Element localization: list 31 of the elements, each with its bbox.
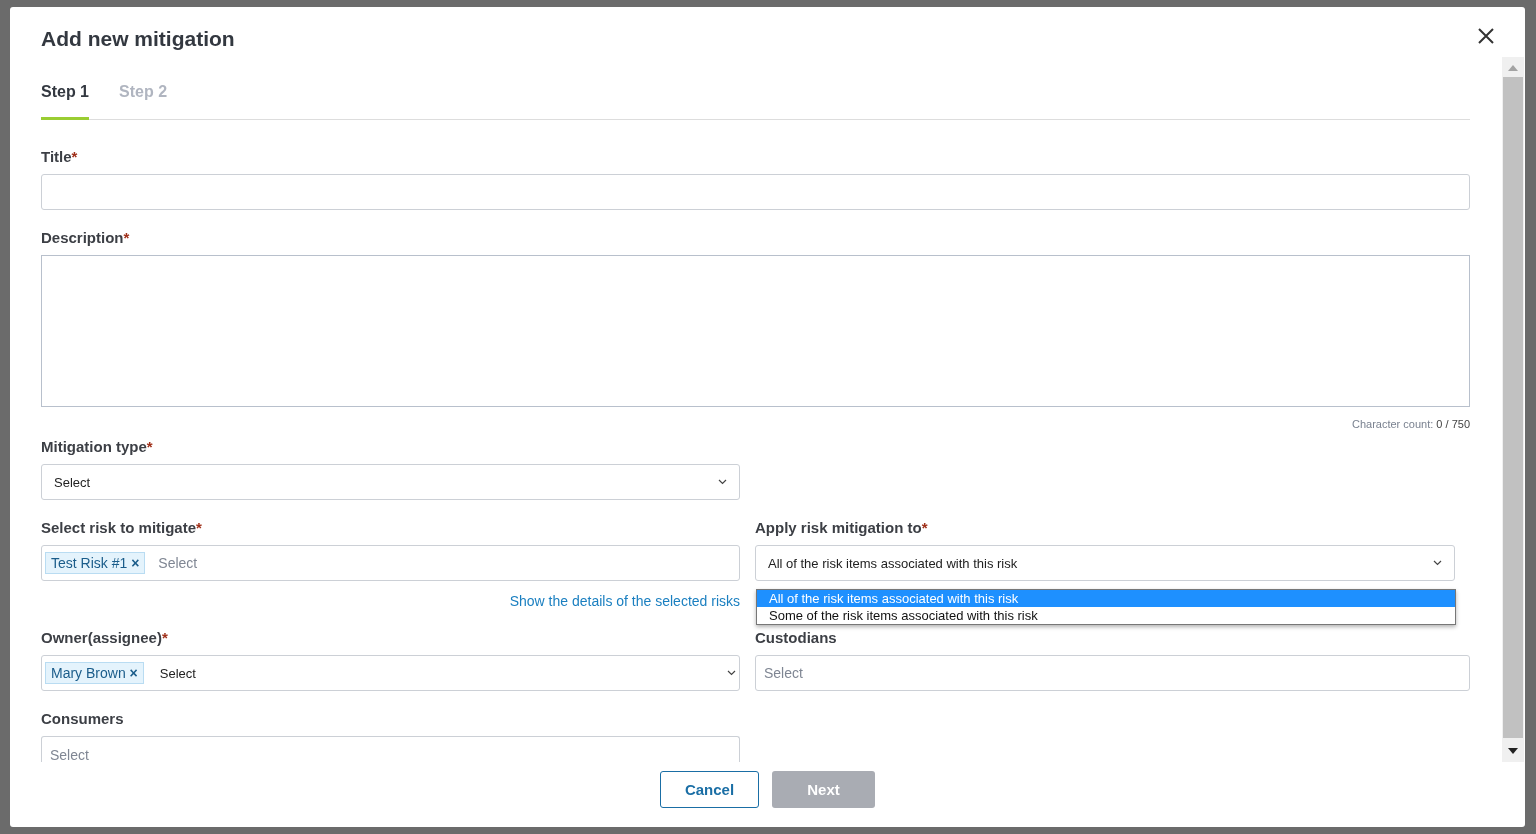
character-count: Character count: 0 / 750	[1352, 418, 1470, 430]
custodians-select[interactable]: Select	[755, 655, 1470, 691]
field-label: Title*	[41, 147, 78, 165]
field-label: Mitigation type*	[41, 437, 153, 455]
chevron-icon	[727, 670, 736, 676]
scrollbar[interactable]	[1502, 57, 1524, 762]
scroll-up-icon[interactable]	[1508, 65, 1518, 71]
field-label: Apply risk mitigation to*	[755, 518, 928, 536]
field-label: Owner(assignee)*	[41, 628, 168, 646]
risk-select[interactable]: Test Risk #1 × Select	[41, 545, 740, 581]
description-input[interactable]	[41, 255, 1470, 407]
field-label: Custodians	[755, 628, 837, 646]
apply-to-select[interactable]: All of the risk items associated with this risk	[755, 545, 1455, 581]
field-label: Select risk to mitigate*	[41, 518, 202, 536]
step-tab[interactable]: Step 1	[41, 83, 89, 120]
owner-tag: Mary Brown ×	[45, 662, 144, 684]
field-label: Description*	[41, 228, 130, 246]
dialog-title: Add new mitigation	[41, 27, 235, 51]
scroll-down-icon[interactable]	[1508, 748, 1518, 754]
dropdown-option[interactable]: All of the risk items associated with this risk	[757, 590, 1455, 607]
field-label: Consumers	[41, 709, 124, 727]
show-details-link[interactable]: Show the details of the selected risks	[509, 593, 740, 609]
dropdown-option[interactable]: Some of the risk items associated with this risk	[757, 607, 1455, 624]
mitigation-type-select[interactable]: Select	[41, 464, 740, 500]
cancel-button[interactable]: Cancel	[660, 771, 759, 808]
chevron-icon	[1433, 560, 1442, 566]
owner-select[interactable]: Mary Brown × Select	[41, 655, 740, 691]
risk-tag: Test Risk #1 ×	[45, 552, 146, 574]
title-input[interactable]	[41, 174, 1470, 210]
close-icon[interactable]	[1478, 28, 1494, 44]
chevron-icon	[718, 479, 727, 485]
